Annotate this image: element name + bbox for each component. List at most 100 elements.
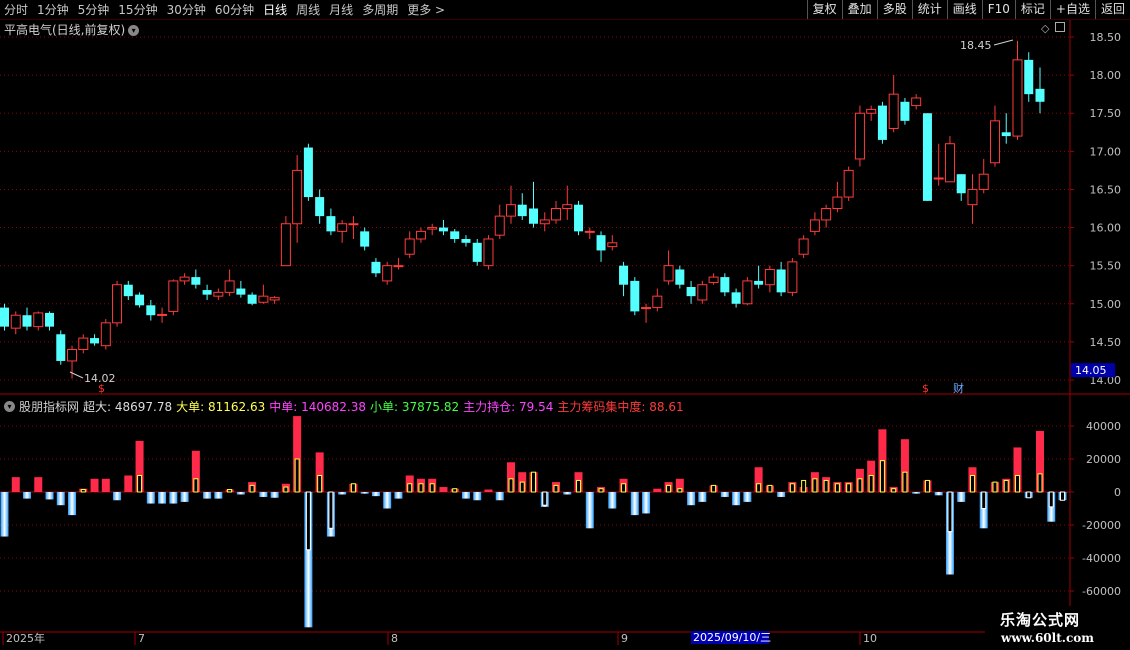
period-tab-7[interactable]: 周线	[296, 1, 320, 18]
candle-body	[675, 269, 685, 285]
candle-body	[10, 314, 21, 329]
period-tab-4[interactable]: 30分钟	[167, 1, 206, 18]
chevron-down-icon[interactable]: ▾	[128, 25, 140, 36]
indicator-bar-49	[552, 482, 561, 493]
price-tick-0: 18.50	[1090, 31, 1122, 44]
candle-45	[505, 185, 516, 224]
large-order-bar	[542, 491, 548, 506]
large-order-bar	[981, 491, 987, 509]
candle-24	[269, 296, 280, 304]
candle-3	[33, 311, 44, 331]
candle-body	[967, 188, 978, 206]
indicator-bar-3	[34, 477, 43, 492]
candle-body	[720, 277, 730, 293]
period-tabs: 分时 1分钟 5分钟 15分钟 30分钟 60分钟 日线 周线 月线 多周期 更多 >	[4, 0, 454, 19]
toolbar-button-6[interactable]: 标记	[1014, 0, 1050, 19]
indicator-bar-60	[675, 478, 684, 493]
indicator-field-3: 小单: 37875.82	[370, 400, 460, 414]
large-order-bar	[350, 483, 356, 493]
square-icon[interactable]	[1055, 22, 1066, 32]
super-large-bar	[608, 492, 617, 509]
super-large-bar	[56, 492, 65, 506]
large-order-bar	[789, 483, 795, 493]
candle-38	[427, 223, 438, 236]
large-order-bar	[711, 484, 717, 493]
super-large-bar	[777, 492, 786, 497]
large-order-bar	[137, 475, 143, 493]
candle-body	[146, 305, 156, 316]
candle-body	[438, 227, 448, 232]
period-tab-5[interactable]: 60分钟	[215, 1, 254, 18]
candle-body	[168, 280, 179, 312]
candle-body	[179, 276, 190, 282]
candle-body	[427, 227, 438, 230]
toolbar-button-5[interactable]: F10	[981, 0, 1015, 19]
main-chart-grid	[0, 20, 1130, 633]
candle-71	[798, 235, 809, 259]
toolbar-button-3[interactable]: 统计	[911, 0, 947, 19]
large-order-bar	[305, 491, 311, 551]
period-tab-8[interactable]: 月线	[329, 1, 353, 18]
super-large-bar	[180, 492, 189, 502]
candle-body	[213, 291, 224, 297]
period-tab-3[interactable]: 15分钟	[118, 1, 157, 18]
super-large-bar	[158, 492, 167, 504]
super-large-bar	[653, 488, 662, 492]
toolbar-button-2[interactable]: 多股	[876, 0, 912, 19]
toolbar-button-0[interactable]: 复权	[806, 0, 842, 19]
indicator-bar-42	[473, 492, 482, 501]
indicator-grid	[0, 425, 1070, 592]
candle-40	[450, 229, 460, 243]
period-tab-10[interactable]: 更多 >	[407, 1, 445, 18]
candle-25	[280, 216, 291, 267]
period-tab-9[interactable]: 多周期	[362, 1, 398, 18]
candle-61	[686, 280, 696, 304]
large-order-bar	[1037, 473, 1043, 493]
indicator-bar-15	[169, 492, 178, 504]
super-large-bar	[563, 492, 572, 495]
indicator-bar-32	[360, 492, 369, 494]
candle-91	[1024, 52, 1034, 102]
toolbar-button-7[interactable]: +自选	[1049, 0, 1095, 19]
indicator-bar-81	[912, 492, 921, 494]
period-tab-1[interactable]: 1分钟	[37, 1, 69, 18]
candle-86	[967, 174, 978, 224]
super-large-bar	[34, 477, 43, 492]
large-order-bar	[227, 489, 233, 493]
toolbar-button-4[interactable]: 画线	[946, 0, 982, 19]
candle-37	[415, 227, 426, 243]
indicator-tick-1: 20000	[1086, 453, 1121, 466]
large-order-bar	[767, 484, 773, 493]
indicator-bar-22	[248, 482, 257, 493]
period-tab-2[interactable]: 5分钟	[78, 1, 110, 18]
toolbar-button-1[interactable]: 叠加	[841, 0, 877, 19]
large-order-bar	[519, 481, 525, 493]
indicator-bar-43	[484, 489, 493, 492]
candle-48	[539, 212, 550, 232]
period-tab-0[interactable]: 分时	[4, 1, 28, 18]
candle-23	[258, 284, 269, 304]
candle-56	[630, 277, 640, 316]
stock-title-text: 平高电气(日线,前复权)	[4, 23, 126, 37]
candle-body	[574, 204, 584, 232]
candle-59	[663, 250, 674, 285]
candle-36	[404, 231, 415, 259]
period-tab-6[interactable]: 日线	[263, 1, 287, 18]
toolbar-button-8[interactable]: 返回	[1094, 0, 1130, 19]
candle-46	[517, 193, 527, 220]
indicator-bar-78	[878, 429, 887, 493]
indicator-bar-52	[585, 492, 594, 529]
watermark-url: www.60lt.com	[1001, 631, 1094, 645]
price-tick-3: 17.00	[1090, 145, 1122, 158]
chevron-down-icon[interactable]: ▾	[4, 401, 15, 412]
candle-81	[911, 94, 922, 110]
large-order-bar	[531, 471, 537, 493]
candle-19	[213, 288, 224, 300]
candle-body	[843, 169, 854, 198]
indicator-bar-91	[1024, 491, 1033, 499]
indicator-bar-70	[788, 482, 797, 493]
candle-84	[944, 136, 955, 183]
diamond-icon[interactable]: ◇	[1041, 22, 1049, 35]
candle-body	[337, 223, 348, 232]
super-large-bar	[214, 492, 223, 499]
